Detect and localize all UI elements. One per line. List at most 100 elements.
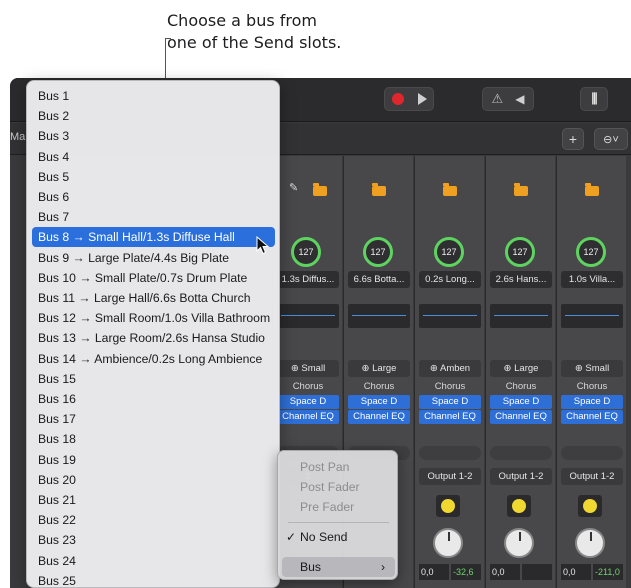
input-gain-knob[interactable]: [578, 495, 602, 517]
send-slot[interactable]: ⊕ Small: [277, 360, 339, 377]
speaker-icon[interactable]: ◀: [515, 92, 524, 106]
bus-menu-item[interactable]: Bus 23: [32, 530, 275, 550]
send-context-menu: Post Pan Post Fader Pre Fader ✓ No Send …: [277, 450, 398, 580]
menu-separator: [288, 522, 389, 523]
bus-menu-item[interactable]: Bus 17: [32, 409, 275, 429]
chorus-slot[interactable]: Chorus: [419, 381, 481, 395]
fx-slot-2[interactable]: Channel EQ: [419, 410, 481, 424]
plugin-slot[interactable]: 2.6s Hans...: [490, 271, 552, 288]
input-gain-knob[interactable]: [507, 495, 531, 517]
more-options-button[interactable]: ⊖˅: [594, 128, 628, 150]
pan-knob[interactable]: 127: [505, 237, 535, 267]
mixer-button[interactable]: ⫼: [580, 87, 608, 111]
bus-menu-item[interactable]: Bus 5: [32, 167, 275, 187]
pan-knob[interactable]: 127: [291, 237, 321, 267]
plugin-slot[interactable]: 1.3s Diffus...: [277, 271, 339, 288]
fx-slot-1[interactable]: Space D: [490, 395, 552, 409]
bus-menu-item[interactable]: Bus 21: [32, 490, 275, 510]
menu-item-pre-fader[interactable]: Pre Fader: [282, 497, 395, 517]
volume-readout: 0,0: [419, 564, 449, 580]
bus-menu-item[interactable]: Bus 20: [32, 470, 275, 490]
input-gain-knob[interactable]: [436, 495, 460, 517]
bus-menu-item[interactable]: Bus 24: [32, 551, 275, 571]
value-readouts: 0,0: [490, 564, 552, 580]
fx-slot-2[interactable]: Channel EQ: [561, 410, 623, 424]
folder-icon: [372, 183, 386, 196]
fx-slot-2[interactable]: Channel EQ: [490, 410, 552, 424]
no-send-label: No Send: [300, 530, 348, 544]
output-slot[interactable]: Output 1-2: [561, 468, 623, 485]
plugin-slot[interactable]: 6.6s Botta...: [348, 271, 410, 288]
menu-item-post-pan[interactable]: Post Pan: [282, 457, 395, 477]
plugin-slot[interactable]: 1.0s Villa...: [561, 271, 623, 288]
pan-knob[interactable]: 127: [363, 237, 393, 267]
fx-slot-1[interactable]: Space D: [348, 395, 410, 409]
bus-menu-item[interactable]: Bus 18: [32, 429, 275, 449]
chorus-slot[interactable]: Chorus: [490, 381, 552, 395]
output-slot[interactable]: Output 1-2: [490, 468, 552, 485]
menu-item-post-fader[interactable]: Post Fader: [282, 477, 395, 497]
pan-dial[interactable]: [433, 528, 463, 558]
bus-menu-item[interactable]: Bus 2: [32, 106, 275, 126]
bus-menu-item[interactable]: Bus 11 → Large Hall/6.6s Botta Church: [32, 288, 275, 308]
chorus-slot[interactable]: Chorus: [561, 381, 623, 395]
pencil-icon[interactable]: ✎: [289, 181, 298, 194]
pan-dial[interactable]: [504, 528, 534, 558]
play-button[interactable]: [417, 93, 427, 105]
link-icon: ⊕: [361, 363, 373, 374]
peak-readout: -211,0: [593, 564, 623, 580]
bus-menu-item[interactable]: Bus 9 → Large Plate/4.4s Big Plate: [32, 248, 275, 268]
bus-menu-item[interactable]: Bus 6: [32, 187, 275, 207]
chorus-slot[interactable]: Chorus: [277, 381, 339, 395]
fx-slot-1[interactable]: Space D: [561, 395, 623, 409]
fx-slot-1[interactable]: Space D: [277, 395, 339, 409]
empty-slot[interactable]: [490, 446, 552, 460]
fx-slot-1[interactable]: Space D: [419, 395, 481, 409]
eq-display: [490, 304, 552, 328]
send-slot[interactable]: ⊕ Small: [561, 360, 623, 377]
bus-menu-item[interactable]: Bus 7: [32, 207, 275, 227]
bus-menu-item[interactable]: Bus 16: [32, 389, 275, 409]
chorus-slot[interactable]: Chorus: [348, 381, 410, 395]
record-button[interactable]: [391, 93, 404, 105]
bus-menu-item[interactable]: Bus 10 → Small Plate/0.7s Drum Plate: [32, 268, 275, 288]
bus-menu-item[interactable]: Bus 12 → Small Room/1.0s Villa Bathroom: [32, 308, 275, 328]
fx-slot-2[interactable]: Channel EQ: [348, 410, 410, 424]
pan-knob[interactable]: 127: [434, 237, 464, 267]
bus-menu-item[interactable]: Bus 13 → Large Room/2.6s Hansa Studio: [32, 328, 275, 348]
transport-group: [384, 87, 434, 111]
bus-menu-item[interactable]: Bus 15: [32, 369, 275, 389]
send-slot[interactable]: ⊕ Large: [348, 360, 410, 377]
bus-menu-item[interactable]: Bus 22: [32, 510, 275, 530]
menu-item-no-send[interactable]: ✓ No Send: [282, 527, 395, 547]
link-icon: ⊕: [574, 363, 586, 374]
peak-readout: -32,6: [451, 564, 481, 580]
plugin-slot[interactable]: 0.2s Long...: [419, 271, 481, 288]
metronome-icon[interactable]: ⚠: [492, 91, 504, 107]
bus-menu-item[interactable]: Bus 1: [32, 86, 275, 106]
submenu-chevron-icon: ›: [380, 560, 385, 574]
send-label: Small: [301, 363, 326, 374]
value-readouts: 0,0 -211,0: [561, 564, 623, 580]
callout-leader-tick: [165, 38, 171, 39]
bus-menu-item[interactable]: Bus 3: [32, 126, 275, 146]
pan-knob[interactable]: 127: [576, 237, 606, 267]
output-slot[interactable]: Output 1-2: [419, 468, 481, 485]
send-slot[interactable]: ⊕ Amben: [419, 360, 481, 377]
send-slot[interactable]: ⊕ Large: [490, 360, 552, 377]
pan-dial[interactable]: [575, 528, 605, 558]
bus-menu-item[interactable]: Bus 4: [32, 147, 275, 167]
callout-line-1: Choose a bus from: [167, 11, 317, 30]
bus-menu-item[interactable]: Bus 14 → Ambience/0.2s Long Ambience: [32, 349, 275, 369]
callout-annotation: Choose a bus from one of the Send slots.: [167, 10, 341, 54]
empty-slot[interactable]: [561, 446, 623, 460]
bus-menu-item[interactable]: Bus 25: [32, 571, 275, 587]
menu-item-bus[interactable]: Bus ›: [282, 557, 395, 577]
empty-slot[interactable]: [419, 446, 481, 460]
fx-slot-2[interactable]: Channel EQ: [277, 410, 339, 424]
mixer-menu-partial[interactable]: Ma: [10, 131, 25, 143]
bus-menu-item[interactable]: Bus 19: [32, 450, 275, 470]
bus-menu-item[interactable]: Bus 8 → Small Hall/1.3s Diffuse Hall: [32, 227, 275, 248]
channel-strip: 127 1.0s Villa... ⊕ Small Chorus Space D…: [556, 156, 626, 588]
add-button[interactable]: +: [562, 128, 584, 150]
